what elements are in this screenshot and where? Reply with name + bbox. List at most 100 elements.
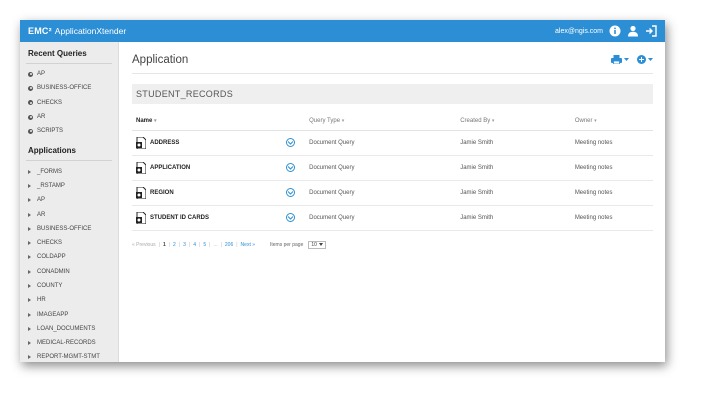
caret-right-icon [28,169,31,174]
caret-right-icon [28,255,31,260]
application-label: AR [37,211,46,218]
recent-query-item[interactable]: AP [20,67,118,81]
user-icon[interactable] [627,25,639,37]
app-window: EMC² ApplicationXtender alex@ngis.com Re… [20,20,665,362]
column-header-query-type[interactable]: Query Type ▾ [309,112,461,131]
created-by-cell: Jamie Smith [460,130,575,156]
brand-product: ApplicationXtender [54,26,127,36]
document-query-icon [136,161,146,174]
application-item[interactable]: _RSTAMP [20,179,118,193]
sort-icon: ▾ [594,117,597,124]
table-row[interactable]: REGION Document Query Jamie Smith Meetin… [132,180,653,206]
application-label: COUNTY [37,283,63,289]
info-icon[interactable] [609,25,621,37]
application-item[interactable]: MEDICAL-RECORDS [20,336,118,350]
application-item[interactable]: _FORMS [20,164,118,178]
page-title: Application [132,53,189,66]
application-label: CONADMIN [37,268,70,275]
pager-page[interactable]: 5 [203,242,206,248]
pager-ellipsis: ... [213,241,218,248]
caret-right-icon [28,326,31,331]
query-type-cell: Document Query [309,205,461,231]
recent-query-item[interactable]: AR [20,110,118,124]
chevron-down-icon [288,165,294,170]
pager-separator: | [158,241,160,248]
sort-icon: ▾ [491,117,495,124]
table-row[interactable]: STUDENT ID CARDS Document Query Jamie Sm… [132,205,653,231]
table-row[interactable]: ADDRESS Document Query Jamie Smith Meeti… [132,130,653,156]
application-item[interactable]: HR [20,293,118,307]
application-label: MEDICAL-RECORDS [37,340,96,347]
logout-icon[interactable] [645,25,657,37]
pager-next[interactable]: Next » [241,242,255,248]
pager-separator: | [199,241,201,248]
application-item[interactable]: COUNTY [20,279,118,293]
section-header: STUDENT_RECORDS [132,84,653,104]
document-query-icon [136,186,146,199]
document-query-icon [136,136,146,149]
chevron-down-icon [288,140,294,145]
application-label: AP [37,197,46,204]
application-item[interactable]: CHECKS [20,236,118,250]
caret-right-icon [28,226,31,231]
items-per-page-select[interactable]: 10 [308,240,327,249]
recent-query-item[interactable]: SCRIPTS [20,124,118,138]
owner-cell: Meeting notes [574,205,653,231]
column-header-created-by[interactable]: Created By ▾ [460,112,575,131]
print-icon [611,55,622,64]
created-by-cell: Jamie Smith [460,180,575,206]
application-item[interactable]: LOAN_DOCUMENTS [20,322,118,336]
brand-company: EMC² [28,26,52,36]
column-header-owner[interactable]: Owner ▾ [574,112,653,131]
pager-separator: | [178,241,181,248]
chevron-down-icon [624,57,629,61]
column-header-owner-label: Owner [574,117,593,124]
expand-row-button[interactable] [286,213,296,222]
print-menu-button[interactable] [611,55,629,64]
pager-page[interactable]: 1 [163,242,166,248]
application-item[interactable]: REPORT-MGMT-STMT [20,350,118,362]
applications-heading: Applications [28,146,77,156]
query-bullet-icon [28,71,33,77]
application-item[interactable]: AR [20,207,118,221]
expand-row-button[interactable] [286,138,296,147]
items-per-page-value: 10 [311,241,317,248]
brand-logo[interactable]: EMC² ApplicationXtender [28,26,126,36]
application-item[interactable]: BUSINESS-OFFICE [20,222,118,236]
application-item[interactable]: CONADMIN [20,265,118,279]
query-bullet-icon [28,128,33,134]
application-item[interactable]: COLDAPP [20,250,118,264]
owner-cell: Meeting notes [574,155,653,181]
recent-query-item[interactable]: BUSINESS-OFFICE [20,81,118,95]
recent-query-item[interactable]: CHECKS [20,96,118,110]
sidebar: Recent Queries AP BUSINESS-OFFICE CHECKS… [20,42,119,362]
pager-page[interactable]: 206 [225,242,233,248]
caret-right-icon [28,241,31,246]
chevron-down-icon [319,243,324,246]
title-row: Application [132,46,653,74]
sort-icon: ▾ [341,117,345,124]
pager-separator: | [236,241,238,248]
query-name: STUDENT ID CARDS [150,214,210,221]
expand-row-button[interactable] [286,163,296,172]
caret-right-icon [28,183,31,188]
user-email[interactable]: alex@ngis.com [555,28,603,35]
pager-previous[interactable]: « Previous [132,242,156,248]
pager-page[interactable]: 2 [173,242,176,248]
application-label: _FORMS [37,168,63,175]
created-by-cell: Jamie Smith [460,155,575,181]
column-header-name[interactable]: Name ▾ [132,112,310,131]
application-item[interactable]: IMAGEAPP [20,307,118,321]
pager-page[interactable]: 4 [193,242,196,248]
recent-query-label: CHECKS [37,99,63,106]
add-menu-button[interactable] [637,55,653,64]
application-label: HR [37,297,46,304]
expand-row-button[interactable] [286,188,296,197]
document-query-icon [136,211,146,224]
caret-right-icon [28,212,31,217]
pager-page[interactable]: 3 [183,242,186,248]
table-row[interactable]: APPLICATION Document Query Jamie Smith M… [132,155,653,181]
add-icon [637,55,646,64]
sort-icon: ▾ [154,117,157,124]
application-item[interactable]: AP [20,193,118,207]
